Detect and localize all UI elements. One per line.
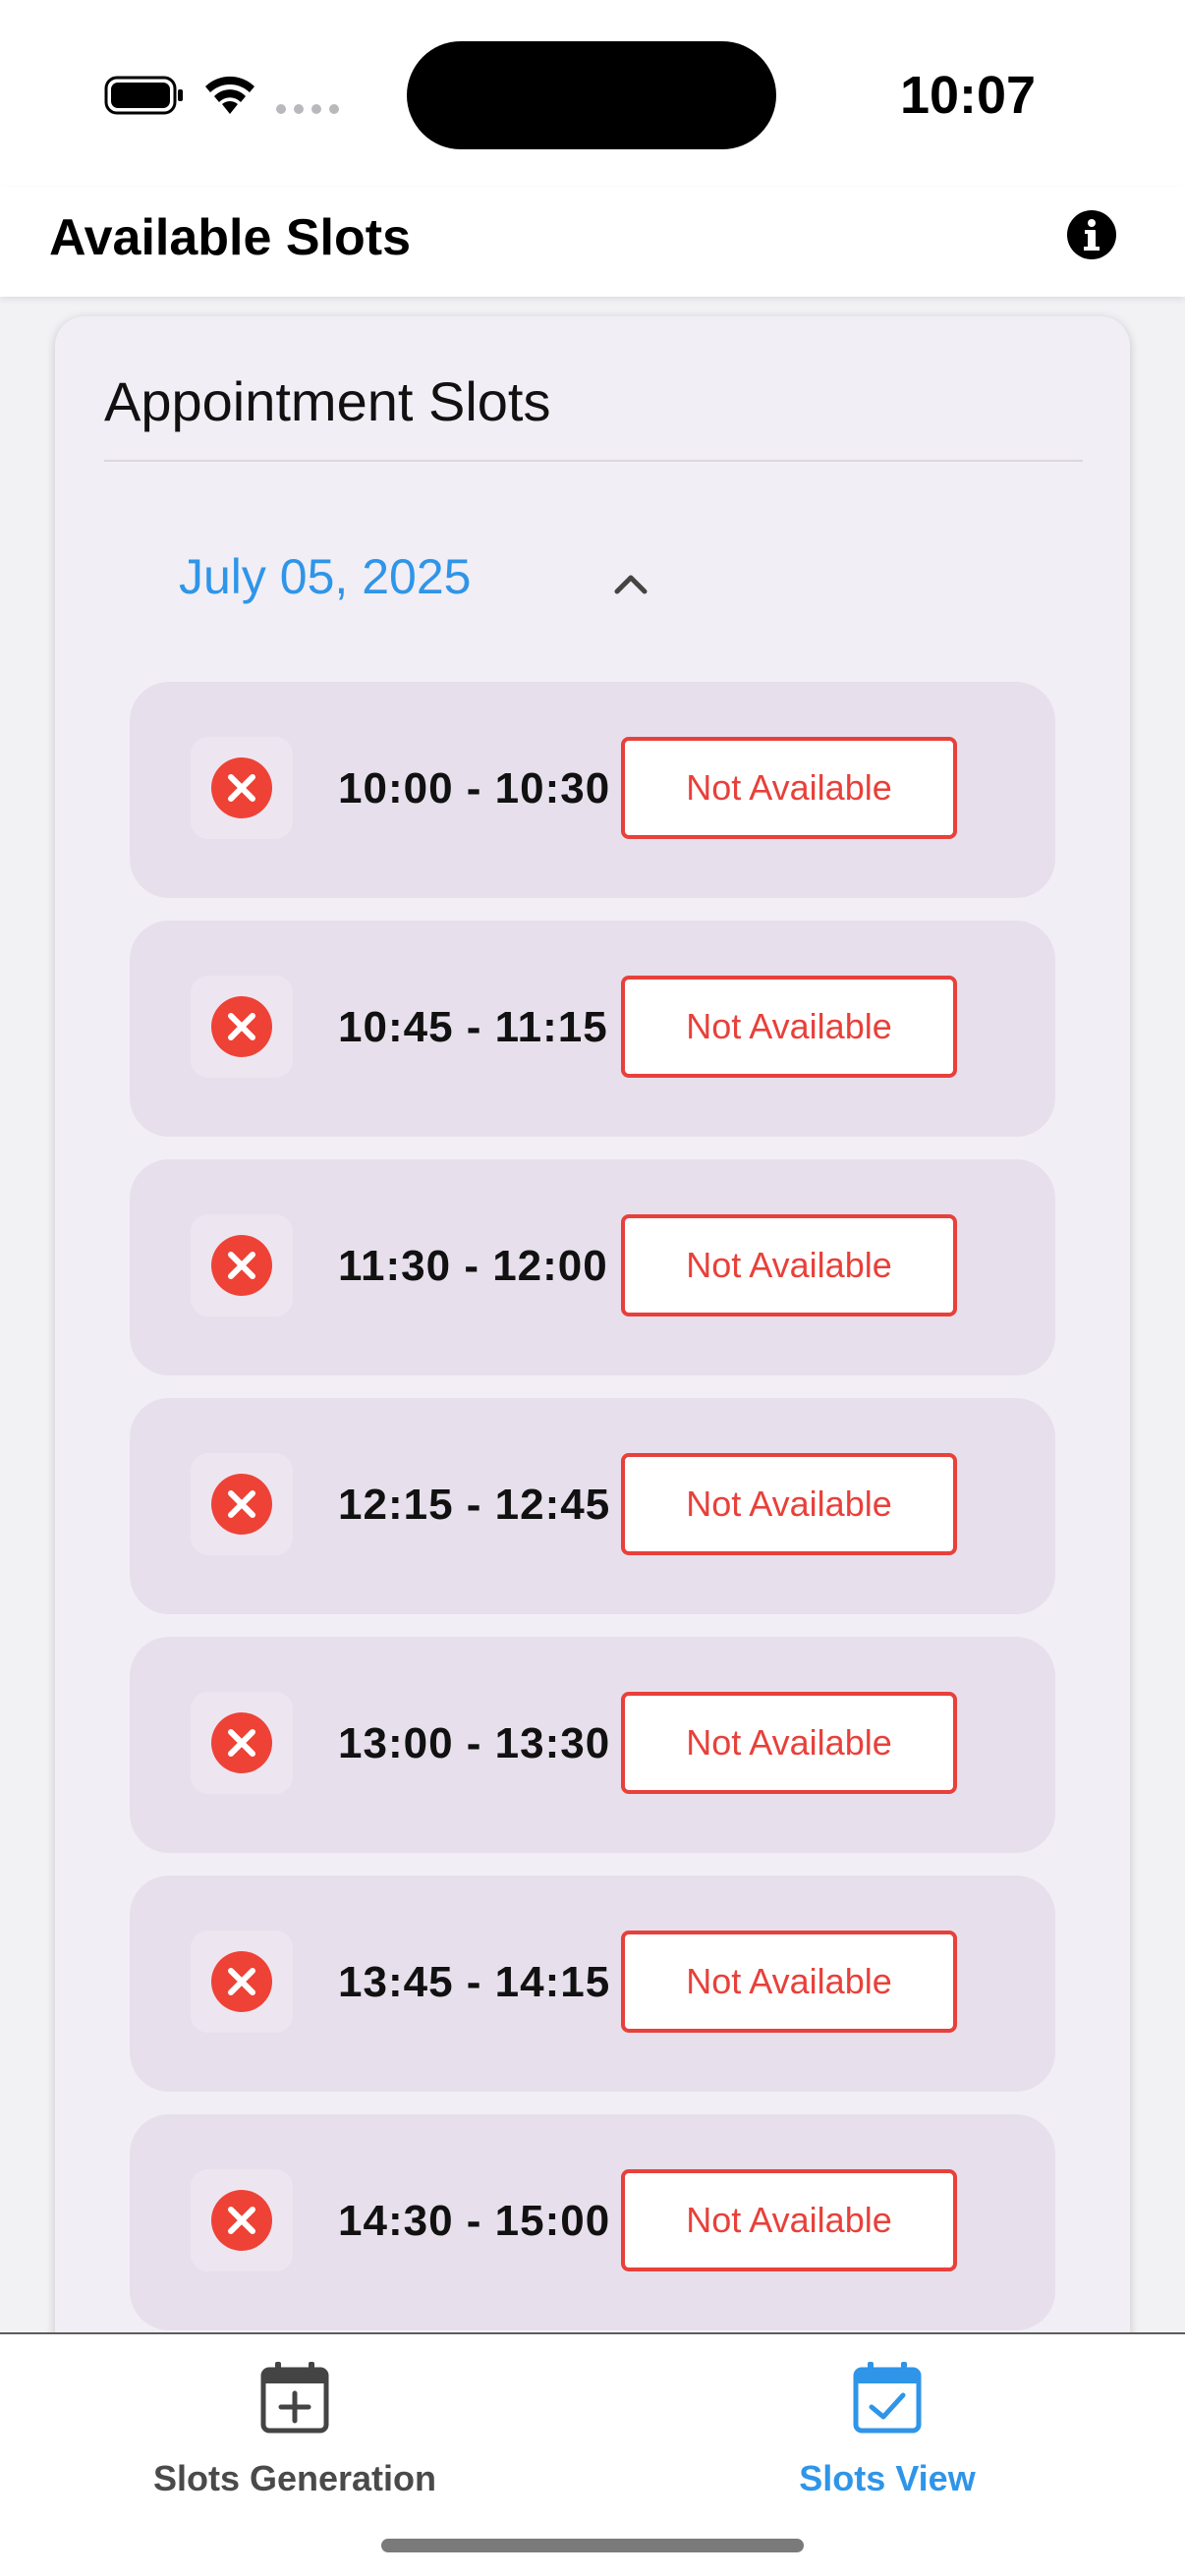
slot-time: 10:00 - 10:30	[338, 764, 611, 812]
date-label: July 05, 2025	[179, 549, 472, 604]
slot-status-badge[interactable]: Not Available	[621, 1931, 957, 2033]
slot-icon-box	[191, 1214, 293, 1316]
battery-icon	[104, 76, 183, 115]
slot-row[interactable]: 10:00 - 10:30 Not Available	[130, 682, 1055, 898]
slot-icon-box	[191, 2169, 293, 2271]
nav-item-slots-generation[interactable]: Slots Generation	[98, 2360, 491, 2507]
slot-row[interactable]: 11:30 - 12:00 Not Available	[130, 1159, 1055, 1375]
slot-icon-box	[191, 737, 293, 839]
slot-status-badge[interactable]: Not Available	[621, 1692, 957, 1794]
cellular-signal-icon	[276, 104, 339, 114]
cancel-circle-icon	[211, 757, 272, 818]
slot-time: 10:45 - 11:15	[338, 1003, 608, 1051]
slot-row[interactable]: 12:15 - 12:45 Not Available	[130, 1398, 1055, 1614]
dynamic-island	[407, 41, 776, 149]
cancel-circle-icon	[211, 2190, 272, 2251]
slot-status-badge[interactable]: Not Available	[621, 976, 957, 1078]
slot-row[interactable]: 14:30 - 15:00 Not Available	[130, 2114, 1055, 2330]
cancel-circle-icon	[211, 996, 272, 1057]
cancel-circle-icon	[211, 1235, 272, 1296]
slot-icon-box	[191, 1692, 293, 1794]
divider	[104, 460, 1083, 462]
slot-time: 13:00 - 13:30	[338, 1719, 611, 1767]
slot-time: 14:30 - 15:00	[338, 2197, 611, 2245]
slot-row[interactable]: 13:45 - 14:15 Not Available	[130, 1876, 1055, 2092]
slot-time: 12:15 - 12:45	[338, 1481, 611, 1529]
page-title: Available Slots	[49, 209, 411, 266]
calendar-check-icon	[853, 2362, 922, 2434]
wifi-icon	[205, 76, 254, 114]
slot-status-badge[interactable]: Not Available	[621, 1214, 957, 1316]
cancel-circle-icon	[211, 1951, 272, 2012]
cancel-circle-icon	[211, 1712, 272, 1773]
appointment-slots-card: Appointment Slots July 05, 2025 10:00 - …	[55, 316, 1130, 2576]
nav-item-slots-view[interactable]: Slots View	[691, 2360, 1084, 2507]
app-bar: Available Slots	[0, 187, 1185, 297]
screen: 10:07 Available Slots Appointment Slots …	[0, 0, 1185, 2576]
slot-row[interactable]: 10:45 - 11:15 Not Available	[130, 921, 1055, 1137]
slot-time: 11:30 - 12:00	[338, 1242, 608, 1290]
nav-label: Slots View	[799, 2458, 976, 2498]
slot-status-badge[interactable]: Not Available	[621, 737, 957, 839]
cancel-circle-icon	[211, 1474, 272, 1535]
info-icon[interactable]	[1065, 208, 1118, 261]
calendar-plus-icon	[260, 2362, 329, 2434]
card-title: Appointment Slots	[104, 370, 551, 432]
home-indicator	[381, 2539, 804, 2552]
slot-icon-box	[191, 976, 293, 1078]
slot-status-badge[interactable]: Not Available	[621, 1453, 957, 1555]
slot-status-badge[interactable]: Not Available	[621, 2169, 957, 2271]
nav-label: Slots Generation	[152, 2458, 437, 2498]
status-bar: 10:07	[0, 0, 1185, 187]
slot-icon-box	[191, 1453, 293, 1555]
chevron-up-icon	[614, 575, 648, 594]
date-expander[interactable]: July 05, 2025	[179, 542, 670, 621]
status-time: 10:07	[899, 66, 1037, 125]
slot-row[interactable]: 13:00 - 13:30 Not Available	[130, 1637, 1055, 1853]
slot-icon-box	[191, 1931, 293, 2033]
slot-list: 10:00 - 10:30 Not Available 10:45 - 11:1…	[130, 682, 1055, 2353]
slot-time: 13:45 - 14:15	[338, 1958, 611, 2006]
